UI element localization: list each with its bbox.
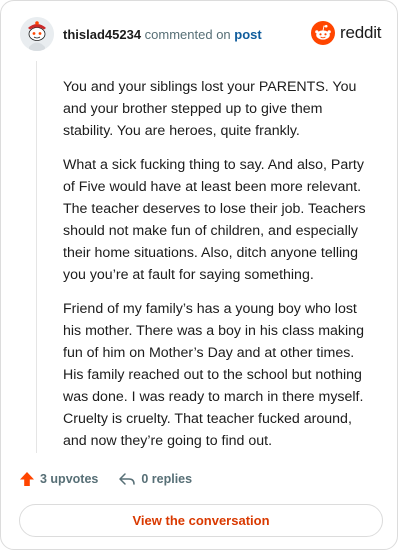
replies-button[interactable]: 0 replies: [118, 471, 192, 487]
username-link[interactable]: thislad45234: [63, 27, 141, 42]
upvote-arrow-icon: [20, 472, 34, 486]
reddit-logo[interactable]: reddit: [311, 21, 382, 45]
comment-header: thislad45234 commented on post: [63, 27, 262, 42]
upvote-button[interactable]: 3 upvotes: [19, 471, 98, 487]
thread-line[interactable]: [36, 61, 37, 453]
view-conversation-button[interactable]: View the conversation: [19, 504, 383, 537]
comment-paragraph: You and your siblings lost your PARENTS.…: [63, 79, 357, 139]
view-conversation-label: View the conversation: [132, 513, 270, 528]
comment-paragraph: What a sick fucking thing to say. And al…: [63, 157, 366, 283]
action-text: commented on: [144, 27, 231, 42]
reddit-wordmark: reddit: [340, 23, 382, 42]
comment-paragraph: Friend of my family’s has a young boy wh…: [63, 301, 364, 449]
comment-actions: 3 upvotes 0 replies: [19, 471, 192, 487]
snoo-avatar-icon[interactable]: [20, 17, 54, 51]
reply-count: 0 replies: [141, 472, 193, 486]
reddit-alien-icon: [311, 21, 335, 45]
reply-arrow-icon: [119, 473, 136, 485]
comment-body: You and your siblings lost your PARENTS.…: [63, 76, 375, 464]
post-link[interactable]: post: [234, 27, 261, 42]
upvote-count: 3 upvotes: [40, 472, 99, 486]
comment-card: thislad45234 commented on post reddit Yo…: [0, 0, 398, 550]
